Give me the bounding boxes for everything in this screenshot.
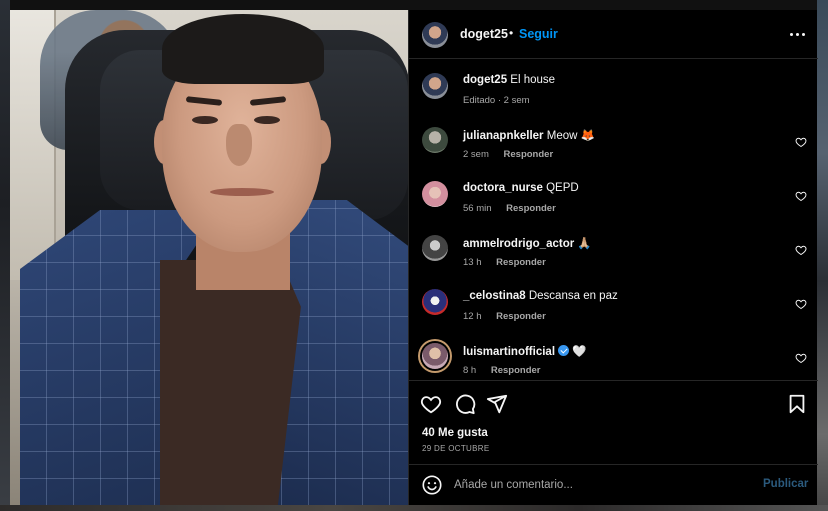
comments-list[interactable]: doget25 El house Editado · 2 sem juliana… — [409, 60, 818, 380]
like-comment-heart-icon[interactable] — [795, 244, 807, 256]
comment-composer: Publicar — [409, 464, 818, 505]
comment-row: ammelrodrigo_actor 🙏🏼 13 h Responder — [409, 222, 818, 272]
likes-count[interactable]: 40 Me gusta — [422, 427, 488, 439]
post-side-panel: doget25 • Seguir doget25 El house Editad… — [408, 10, 818, 505]
reply-button[interactable]: Responder — [506, 203, 556, 214]
reply-button[interactable]: Responder — [504, 149, 554, 160]
post-photo[interactable] — [10, 10, 408, 505]
comment-row: doctora_nurse QEPD 56 min Responder — [409, 168, 818, 218]
verified-badge-icon — [558, 345, 570, 356]
post-date: 29 DE OCTUBRE — [422, 444, 490, 453]
comment-meta: 56 min Responder — [463, 203, 556, 214]
like-comment-heart-icon[interactable] — [795, 352, 807, 364]
comment-meta: 8 h Responder — [463, 365, 540, 376]
commenter-username[interactable]: julianapnkeller — [463, 130, 544, 142]
caption-line: doget25 El house — [463, 74, 555, 86]
comment-text: Meow 🦊 — [546, 130, 595, 142]
more-icon[interactable] — [787, 24, 807, 44]
comment-meta: 2 sem Responder — [463, 149, 553, 160]
like-comment-heart-icon[interactable] — [795, 190, 807, 202]
author-avatar[interactable] — [422, 22, 448, 48]
comment-text: 🙏🏼 — [577, 238, 592, 250]
comment-row: julianapnkeller Meow 🦊 2 sem Responder — [409, 114, 818, 164]
comment-time: 8 h — [463, 365, 477, 376]
commenter-username[interactable]: _celostina8 — [463, 290, 526, 302]
commenter-username[interactable]: doctora_nurse — [463, 182, 543, 194]
comment-input[interactable] — [454, 475, 744, 495]
like-comment-heart-icon[interactable] — [795, 298, 807, 310]
comment-icon[interactable] — [454, 393, 476, 415]
like-comment-heart-icon[interactable] — [795, 136, 807, 148]
bookmark-icon[interactable] — [786, 393, 808, 415]
comment-meta: 12 h Responder — [463, 311, 546, 322]
caption-text: El house — [510, 74, 556, 86]
post-modal: doget25 • Seguir doget25 El house Editad… — [0, 0, 828, 511]
action-bar: 40 Me gusta 29 DE OCTUBRE — [409, 380, 818, 465]
more-dot — [795, 32, 799, 36]
comment-time: 13 h — [463, 257, 482, 268]
caption-meta: Editado · 2 sem — [463, 95, 530, 106]
backdrop-right[interactable] — [817, 0, 828, 511]
comment-line: julianapnkeller Meow 🦊 — [463, 128, 595, 142]
author-username[interactable]: doget25 — [460, 27, 508, 41]
comment-meta: 13 h Responder — [463, 257, 546, 268]
commenter-avatar[interactable] — [422, 343, 448, 369]
comment-time: 56 min — [463, 203, 492, 214]
caption-username[interactable]: doget25 — [463, 74, 507, 86]
share-icon[interactable] — [486, 393, 508, 415]
photo-mouth — [210, 188, 274, 196]
backdrop-left[interactable] — [0, 0, 10, 511]
commenter-avatar[interactable] — [422, 181, 448, 207]
comment-time: 12 h — [463, 311, 482, 322]
header-separator: • — [509, 26, 514, 40]
commenter-username[interactable]: ammelrodrigo_actor — [463, 238, 574, 250]
emoji-icon[interactable] — [421, 474, 443, 496]
comment-line: ammelrodrigo_actor 🙏🏼 — [463, 236, 592, 250]
reply-button[interactable]: Responder — [491, 365, 541, 376]
commenter-avatar[interactable] — [422, 235, 448, 261]
post-header: doget25 • Seguir — [409, 10, 818, 59]
commenter-avatar[interactable] — [422, 289, 448, 315]
follow-button[interactable]: Seguir — [519, 27, 558, 41]
reply-button[interactable]: Responder — [496, 257, 546, 268]
heart-icon[interactable] — [420, 393, 442, 415]
comment-row: luismartinofficial 🤍 8 h Responder — [409, 330, 818, 380]
backdrop-bottom[interactable] — [0, 505, 828, 511]
comment-line: doctora_nurse QEPD — [463, 182, 579, 194]
comment-row: _celostina8 Descansa en paz 12 h Respond… — [409, 276, 818, 326]
more-dot — [801, 32, 805, 36]
comment-text: QEPD — [546, 182, 579, 194]
more-dot — [789, 32, 793, 36]
commenter-avatar[interactable] — [422, 127, 448, 153]
comment-line: luismartinofficial 🤍 — [463, 344, 587, 358]
commenter-username[interactable]: luismartinofficial — [463, 346, 555, 358]
comment-text: 🤍 — [572, 346, 587, 358]
reply-button[interactable]: Responder — [496, 311, 546, 322]
comment-time: 2 sem — [463, 149, 489, 160]
comment-text: Descansa en paz — [528, 290, 618, 302]
photo-nose — [226, 124, 252, 166]
caption-row: doget25 El house Editado · 2 sem — [409, 60, 818, 110]
photo-eye-right — [254, 116, 280, 124]
photo-eye-left — [192, 116, 218, 124]
photo-hair — [162, 14, 324, 84]
comment-line: _celostina8 Descansa en paz — [463, 290, 618, 302]
caption-avatar[interactable] — [422, 73, 448, 99]
publish-button[interactable]: Publicar — [763, 478, 808, 490]
